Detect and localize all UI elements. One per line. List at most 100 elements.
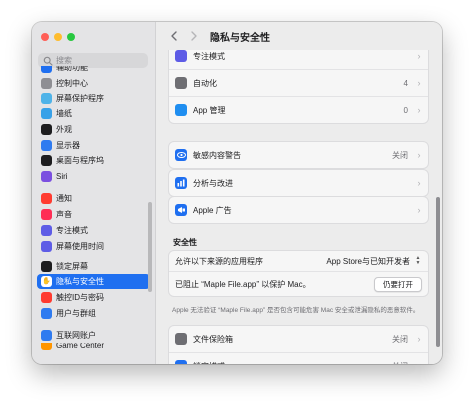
allow-apps-row: 允许以下来源的应用程序 App Store与已知开发者 ▲ ▼: [169, 251, 428, 272]
sidebar-item[interactable]: 墙纸: [37, 106, 150, 121]
settings-row-label: 锁定模式: [193, 361, 392, 365]
sidebar-item[interactable]: 锁定屏幕: [37, 259, 150, 274]
sidebar-item[interactable]: 触控ID与密码: [37, 290, 150, 305]
settings-row-label: 文件保险箱: [193, 334, 233, 344]
sidebar-item[interactable]: 声音: [37, 207, 150, 222]
content-scrollbar[interactable]: [436, 197, 440, 347]
sidebar-scrollbar[interactable]: [148, 202, 152, 292]
sidebar-item[interactable]: 通知: [37, 191, 150, 206]
chevron-left-icon: [171, 31, 177, 41]
security-card: 允许以下来源的应用程序 App Store与已知开发者 ▲ ▼ 已阻止 “Mapl…: [168, 250, 429, 297]
focus-icon: [41, 225, 52, 236]
toolbar: 隐私与安全性: [156, 22, 442, 50]
blocked-app-note: Apple 无法验证 “Maple File.app” 是否包含可能危害 Mac…: [172, 307, 420, 314]
appearance-icon: [41, 124, 52, 135]
apple-ads-row[interactable]: Apple 广告 ›: [169, 197, 428, 223]
search-placeholder: 搜索: [56, 56, 72, 65]
notifications-icon: [41, 193, 52, 204]
up-down-arrows-icon: ▲ ▼: [415, 255, 421, 266]
sidebar-item-label: Siri: [56, 172, 68, 181]
privacy-group-card: 专注模式 › 自动化 4 › App 管理 0 ›: [168, 50, 429, 124]
apple-ads-card: Apple 广告 ›: [168, 196, 429, 224]
sidebar-item-label: 屏幕保护程序: [56, 94, 104, 103]
sidebar-item-label: 隐私与安全性: [56, 277, 104, 286]
settings-row-value: 4: [403, 78, 408, 88]
window-controls: [41, 33, 75, 41]
sidebar-item-label: 桌面与程序坞: [56, 156, 104, 165]
allow-apps-value: App Store与已知开发者: [326, 256, 410, 266]
settings-row[interactable]: 文件保险箱 关闭 ›: [169, 326, 428, 353]
chevron-right-icon: ›: [417, 205, 421, 215]
search-icon: [43, 56, 53, 66]
sensitive-content-row[interactable]: 敏感内容警告 关闭 ›: [169, 142, 428, 168]
settings-row[interactable]: 自动化 4 ›: [169, 70, 428, 97]
sidebar-item[interactable]: 外观: [37, 122, 150, 137]
hand-icon: ✋: [41, 276, 52, 287]
sidebar-item-label: 屏幕使用时间: [56, 242, 104, 251]
sidebar-item[interactable]: 辅助功能: [37, 66, 150, 73]
wallpaper-icon: [41, 108, 52, 119]
main-pane: 隐私与安全性 专注模式 › 自动化 4 › App 管理 0 › 敏感内容警告 关闭 ›: [156, 22, 442, 364]
sidebar-item-label: 通知: [56, 194, 72, 203]
open-anyway-button[interactable]: 仍要打开: [374, 276, 422, 292]
zoom-window-button[interactable]: [67, 33, 75, 41]
settings-row-value: 关闭: [392, 361, 408, 365]
allow-apps-popup[interactable]: App Store与已知开发者 ▲ ▼: [326, 256, 422, 267]
analytics-card: 分析与改进 ›: [168, 169, 429, 197]
chevron-right-icon: ›: [417, 150, 421, 160]
forward-button[interactable]: [186, 28, 202, 44]
sidebar-item[interactable]: 屏幕保护程序: [37, 91, 150, 106]
app-store-icon: [175, 104, 187, 116]
sidebar-item-label: 墙纸: [56, 109, 72, 118]
allow-apps-label: 允许以下来源的应用程序: [175, 256, 263, 266]
sidebar: 搜索 辅助功能控制中心屏幕保护程序 墙纸外观 显示器桌面与程序坞 Siri 通知声音 专注…: [32, 22, 156, 364]
sidebar-item-label: Game Center: [56, 343, 105, 350]
game-center-icon: [41, 343, 52, 350]
sidebar-item[interactable]: 控制中心: [37, 76, 150, 91]
sidebar-item[interactable]: 互联网账户: [37, 328, 150, 343]
sidebar-item[interactable]: 屏幕使用时间: [37, 239, 150, 254]
settings-row[interactable]: 专注模式 ›: [169, 50, 428, 70]
sidebar-item[interactable]: 桌面与程序坞: [37, 153, 150, 168]
settings-row[interactable]: App 管理 0 ›: [169, 97, 428, 123]
focus-icon: [175, 50, 187, 62]
sidebar-item-label: 触控ID与密码: [56, 293, 104, 302]
sidebar-item[interactable]: 专注模式: [37, 223, 150, 238]
apple-ads-label: Apple 广告: [193, 205, 232, 215]
sidebar-item[interactable]: 用户与群组: [37, 306, 150, 321]
blocked-app-label: 已阻止 “Maple File.app” 以保护 Mac。: [175, 279, 311, 289]
eye-icon: [175, 149, 187, 161]
chevron-right-icon: ›: [417, 51, 421, 61]
users-icon: [41, 308, 52, 319]
chevron-right-icon: ›: [417, 334, 421, 344]
analytics-icon: [175, 177, 187, 189]
minimize-window-button[interactable]: [54, 33, 62, 41]
touch-id-icon: [41, 292, 52, 303]
sidebar-item[interactable]: 显示器: [37, 138, 150, 153]
sidebar-item[interactable]: ✋ 隐私与安全性: [37, 274, 150, 289]
accessibility-icon: [41, 66, 52, 73]
sensitive-content-label: 敏感内容警告: [193, 150, 241, 160]
control-center-icon: [41, 78, 52, 89]
siri-icon: [41, 171, 52, 182]
settings-window: 搜索 辅助功能 控制中心 屏幕保护程序 墙纸 外观 显示器 桌面与程序坞 Siri 通知 声音 专注…: [32, 22, 442, 364]
megaphone-icon: [175, 204, 187, 216]
display-icon: [41, 140, 52, 151]
sidebar-item[interactable]: Siri: [37, 169, 150, 184]
chevron-right-icon: ›: [417, 178, 421, 188]
chevron-right-icon: [191, 31, 197, 41]
sidebar-item[interactable]: Game Center: [37, 343, 150, 350]
sidebar-item-label: 互联网账户: [56, 331, 96, 340]
analytics-row[interactable]: 分析与改进 ›: [169, 170, 428, 196]
screen-saver-icon: [41, 93, 52, 104]
analytics-label: 分析与改进: [193, 178, 233, 188]
close-window-button[interactable]: [41, 33, 49, 41]
lockdown-hand-icon: [175, 360, 187, 364]
content-scroll: 专注模式 › 自动化 4 › App 管理 0 › 敏感内容警告 关闭 › 分析…: [156, 50, 442, 364]
security-section-title: 安全性: [173, 238, 197, 247]
sound-icon: [41, 209, 52, 220]
settings-row[interactable]: 锁定模式关闭 ›: [169, 353, 428, 364]
settings-row-label: 自动化: [193, 78, 217, 88]
back-button[interactable]: [166, 28, 182, 44]
sidebar-item-label: 辅助功能: [56, 66, 88, 72]
